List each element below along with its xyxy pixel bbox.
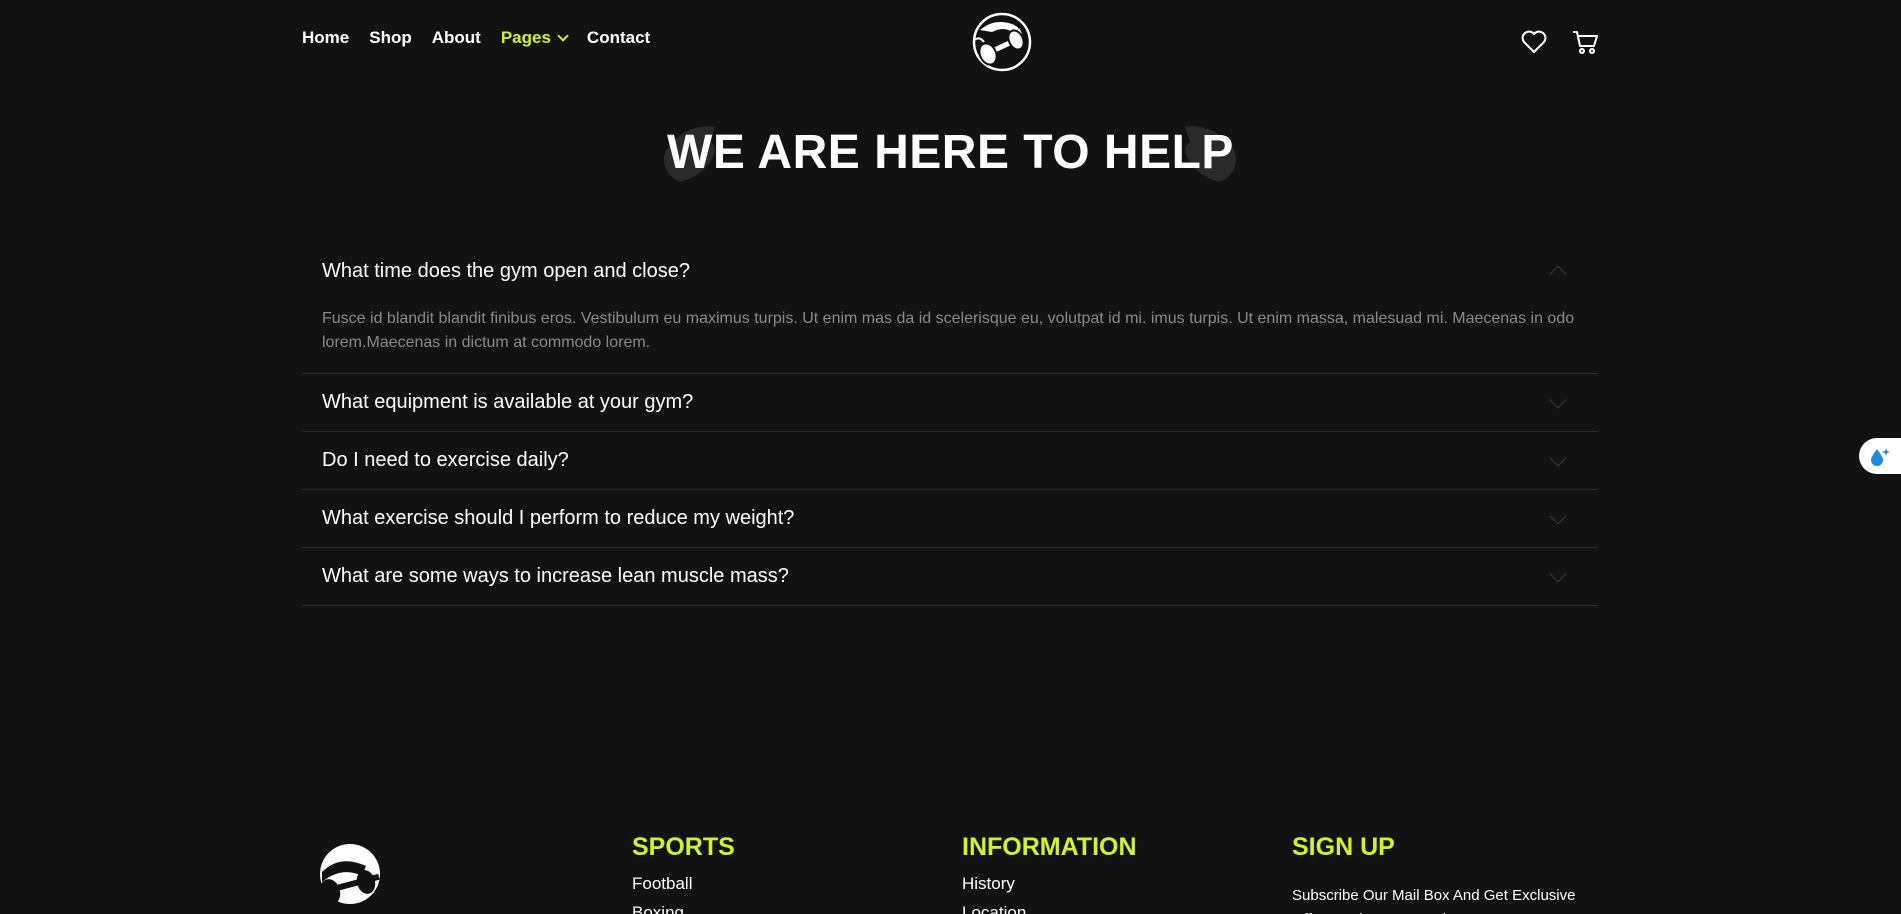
footer-link[interactable]: History <box>962 874 1137 894</box>
faq-question[interactable]: What equipment is available at your gym? <box>302 374 1598 431</box>
faq-item: Do I need to exercise daily? <box>302 432 1598 490</box>
nav-contact[interactable]: Contact <box>587 28 650 48</box>
footer-signup: SIGN UP Subscribe Our Mail Box And Get E… <box>1292 833 1612 914</box>
faq-question-text: What time does the gym open and close? <box>322 259 690 282</box>
faq-question[interactable]: Do I need to exercise daily? <box>302 432 1598 489</box>
faq-question-text: What exercise should I perform to reduce… <box>322 507 795 529</box>
faq-question-text: Do I need to exercise daily? <box>322 449 569 471</box>
header-icons <box>1521 28 1599 61</box>
footer-sports: SPORTS Football Boxing <box>632 833 735 914</box>
sparkle-drop-icon <box>1871 448 1890 466</box>
faq-accordion: What time does the gym open and close? F… <box>302 245 1598 606</box>
title-wrap: WE ARE HERE TO HELP <box>0 125 1901 180</box>
chevron-down-icon <box>1549 565 1567 582</box>
faq-question-text: What are some ways to increase lean musc… <box>322 565 789 587</box>
footer-link[interactable]: Location <box>962 903 1137 914</box>
footer-link[interactable]: Football <box>632 874 735 894</box>
chevron-down-icon <box>1549 449 1567 466</box>
nav-pages[interactable]: Pages <box>500 28 569 48</box>
faq-answer: Fusce id blandit blandit finibus eros. V… <box>322 310 1575 351</box>
gym-logo[interactable] <box>960 10 1042 74</box>
nav-shop[interactable]: Shop <box>369 28 412 48</box>
chevron-down-icon <box>1549 507 1567 524</box>
footer-information-heading: INFORMATION <box>962 833 1137 861</box>
page: Home Shop About Pages Contact WE ARE HER… <box>0 0 1901 914</box>
footer-logo[interactable] <box>302 832 394 914</box>
heart-icon[interactable] <box>1521 30 1547 59</box>
floating-widget-button[interactable] <box>1859 438 1901 474</box>
cart-icon[interactable] <box>1571 28 1599 61</box>
chevron-up-icon <box>1549 265 1567 283</box>
faq-item: What are some ways to increase lean musc… <box>302 548 1598 606</box>
footer-signup-heading: SIGN UP <box>1292 833 1395 861</box>
page-title: WE ARE HERE TO HELP <box>667 126 1234 179</box>
chevron-down-icon <box>1549 391 1567 408</box>
footer-link[interactable]: Boxing <box>632 903 735 914</box>
faq-item: What exercise should I perform to reduce… <box>302 490 1598 548</box>
faq-question-text: What equipment is available at your gym? <box>322 391 694 413</box>
nav-pages-label: Pages <box>500 28 551 47</box>
faq-item: What equipment is available at your gym? <box>302 374 1598 432</box>
footer-signup-text: Subscribe Our Mail Box And Get Exclusive… <box>1292 887 1576 914</box>
faq-question[interactable]: What exercise should I perform to reduce… <box>302 490 1598 547</box>
faq-question[interactable]: What time does the gym open and close? <box>302 245 1598 297</box>
footer-information: INFORMATION History Location <box>962 833 1137 914</box>
faq-question[interactable]: What are some ways to increase lean musc… <box>302 548 1598 605</box>
chevron-down-icon <box>557 29 569 42</box>
nav-about[interactable]: About <box>432 28 481 48</box>
nav-home[interactable]: Home <box>302 28 349 48</box>
footer-sports-heading: SPORTS <box>632 833 735 861</box>
faq-item: What time does the gym open and close? F… <box>302 245 1598 374</box>
main-nav: Home Shop About Pages Contact <box>302 28 650 48</box>
